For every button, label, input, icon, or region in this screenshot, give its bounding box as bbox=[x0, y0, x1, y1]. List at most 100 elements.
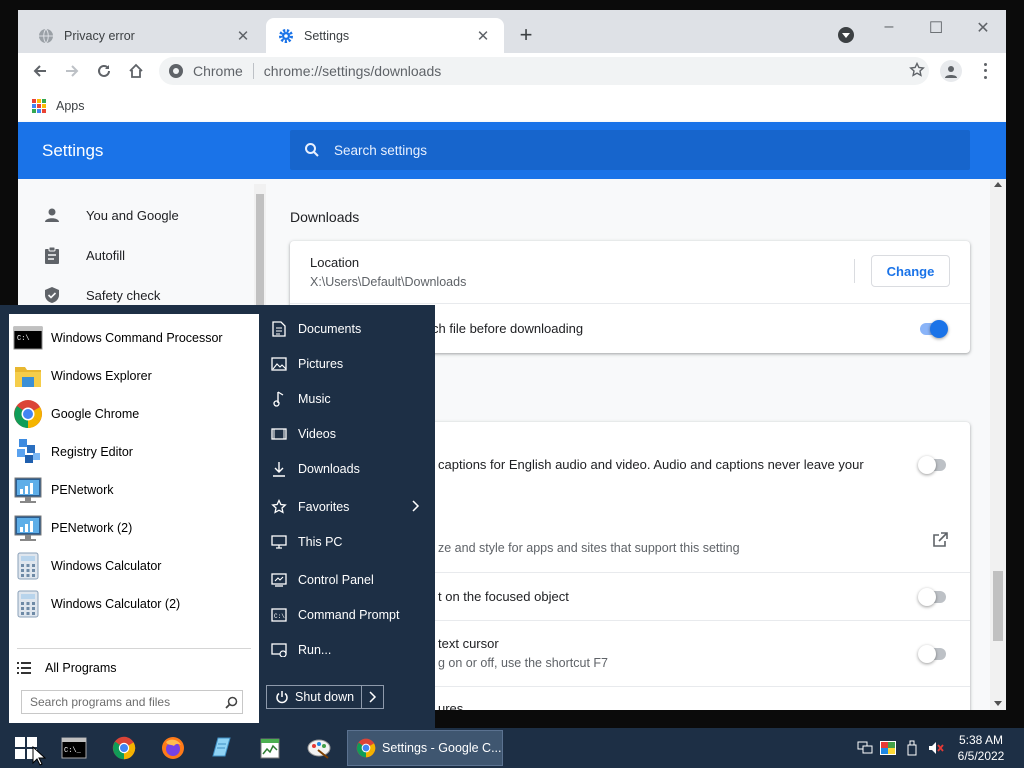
taskbar-task-manager-icon[interactable] bbox=[256, 734, 284, 762]
start-menu: C:\ Windows Command Processor Windows Ex… bbox=[0, 305, 435, 728]
gear-icon bbox=[278, 28, 294, 44]
place-documents[interactable]: Documents bbox=[270, 314, 430, 344]
external-link-icon[interactable] bbox=[932, 532, 948, 548]
taskbar-chrome-icon[interactable] bbox=[110, 734, 138, 762]
chrome-page-icon bbox=[169, 64, 183, 78]
profile-avatar-icon[interactable] bbox=[940, 60, 962, 82]
location-label: Location bbox=[310, 255, 360, 270]
forward-icon[interactable] bbox=[60, 59, 84, 83]
network-tray-icon[interactable] bbox=[857, 740, 873, 756]
new-tab-icon[interactable]: + bbox=[514, 24, 538, 48]
svg-text:C:\_: C:\_ bbox=[64, 747, 82, 755]
reload-icon[interactable] bbox=[92, 59, 116, 83]
taskbar-notepad-icon[interactable] bbox=[207, 734, 235, 762]
display-tray-icon[interactable] bbox=[880, 740, 896, 756]
cmd-icon: C:\ bbox=[13, 323, 43, 353]
more-menu-icon[interactable] bbox=[978, 61, 992, 81]
tab-title: Privacy error bbox=[64, 28, 135, 43]
change-location-button[interactable]: Change bbox=[871, 255, 950, 287]
place-label: Favorites bbox=[298, 500, 350, 514]
place-favorites[interactable]: Favorites bbox=[270, 492, 430, 522]
apps-bookmark[interactable]: Apps bbox=[56, 99, 85, 113]
scroll-thumb[interactable] bbox=[993, 571, 1003, 641]
live-caption-text: captions for English audio and video. Au… bbox=[438, 457, 864, 472]
search-icon[interactable] bbox=[220, 691, 242, 713]
taskbar-paint-icon[interactable] bbox=[305, 734, 333, 762]
place-this-pc[interactable]: This PC bbox=[270, 527, 430, 557]
program-penetwork[interactable]: PENetwork bbox=[9, 471, 259, 509]
caret-browsing-toggle[interactable] bbox=[918, 645, 948, 663]
address-bar[interactable]: Chrome chrome://settings/downloads bbox=[159, 57, 929, 85]
place-pictures[interactable]: Pictures bbox=[270, 349, 430, 379]
program-windows-explorer[interactable]: Windows Explorer bbox=[9, 357, 259, 395]
ask-where-toggle[interactable] bbox=[918, 320, 948, 338]
start-menu-programs: C:\ Windows Command Processor Windows Ex… bbox=[9, 314, 259, 723]
chrome-icon bbox=[356, 738, 376, 758]
control-panel-icon bbox=[270, 571, 288, 589]
program-label: Windows Calculator (2) bbox=[51, 597, 181, 611]
close-window-icon[interactable]: ✕ bbox=[968, 18, 998, 38]
tab-privacy-error[interactable]: Privacy error ✕ bbox=[26, 18, 264, 53]
program-windows-calculator[interactable]: Windows Calculator bbox=[9, 547, 259, 585]
close-tab-icon[interactable]: ✕ bbox=[474, 27, 492, 45]
settings-title: Settings bbox=[42, 141, 104, 160]
program-penetwork-2[interactable]: PENetwork (2) bbox=[9, 509, 259, 547]
address-separator bbox=[252, 63, 254, 79]
all-programs-button[interactable]: All Programs bbox=[9, 654, 259, 682]
place-music[interactable]: Music bbox=[270, 384, 430, 414]
volume-muted-icon[interactable] bbox=[928, 740, 944, 756]
page-scrollbar[interactable] bbox=[990, 179, 1006, 710]
sidebar-item-you-and-google[interactable]: You and Google bbox=[42, 199, 179, 231]
chevron-right-icon bbox=[412, 500, 420, 515]
place-label: Downloads bbox=[298, 462, 360, 476]
sidebar-item-autofill[interactable]: Autofill bbox=[42, 239, 125, 271]
settings-header: Settings Search settings bbox=[18, 122, 1006, 179]
calculator-icon bbox=[13, 551, 43, 581]
scroll-up-icon[interactable] bbox=[994, 182, 1002, 187]
program-registry-editor[interactable]: Registry Editor bbox=[9, 433, 259, 471]
list-icon bbox=[17, 662, 31, 674]
svg-text:C:\: C:\ bbox=[17, 335, 30, 343]
all-programs-label: All Programs bbox=[45, 661, 117, 675]
program-windows-command-processor[interactable]: C:\ Windows Command Processor bbox=[9, 319, 259, 357]
shutdown-options-button[interactable] bbox=[361, 686, 383, 708]
ask-where-label: ch file before downloading bbox=[432, 321, 584, 336]
close-tab-icon[interactable]: ✕ bbox=[234, 27, 252, 45]
shutdown-button[interactable]: Shut down bbox=[267, 686, 361, 708]
picture-icon bbox=[270, 355, 288, 373]
place-command-prompt[interactable]: C:\ Command Prompt bbox=[270, 600, 430, 630]
place-run[interactable]: Run... bbox=[270, 635, 430, 665]
tab-settings[interactable]: Settings ✕ bbox=[266, 18, 504, 53]
video-icon bbox=[270, 425, 288, 443]
usb-tray-icon[interactable] bbox=[904, 740, 920, 756]
taskbar-firefox-icon[interactable] bbox=[159, 734, 187, 762]
home-icon[interactable] bbox=[124, 59, 148, 83]
minimize-icon[interactable]: – bbox=[874, 18, 904, 38]
start-search-placeholder: Search programs and files bbox=[30, 695, 171, 709]
program-google-chrome[interactable]: Google Chrome bbox=[9, 395, 259, 433]
settings-search-input[interactable]: Search settings bbox=[290, 130, 970, 170]
start-search-input[interactable]: Search programs and files bbox=[21, 690, 243, 714]
svg-text:C:\: C:\ bbox=[274, 613, 285, 620]
place-control-panel[interactable]: Control Panel bbox=[270, 565, 430, 595]
focus-highlight-text: t on the focused object bbox=[438, 589, 569, 604]
scroll-down-icon[interactable] bbox=[994, 701, 1002, 706]
live-caption-toggle[interactable] bbox=[918, 456, 948, 474]
place-downloads[interactable]: Downloads bbox=[270, 454, 430, 484]
maximize-icon[interactable]: ☐ bbox=[921, 18, 951, 38]
tab-search-icon[interactable] bbox=[838, 27, 854, 43]
network-icon bbox=[13, 513, 43, 543]
shield-icon bbox=[42, 285, 62, 305]
taskbar-clock[interactable]: 5:38 AM 6/5/2022 bbox=[948, 732, 1014, 764]
back-icon[interactable] bbox=[28, 59, 52, 83]
program-label: PENetwork (2) bbox=[51, 521, 133, 535]
place-videos[interactable]: Videos bbox=[270, 419, 430, 449]
focus-highlight-toggle[interactable] bbox=[918, 588, 948, 606]
bookmark-star-icon[interactable] bbox=[909, 61, 925, 81]
apps-grid-icon[interactable] bbox=[32, 98, 46, 113]
taskbar-cmd-icon[interactable]: C:\_ bbox=[60, 734, 88, 762]
shutdown-control: Shut down bbox=[266, 685, 384, 709]
taskbar-task-chrome-settings[interactable]: Settings - Google C... bbox=[347, 730, 503, 766]
downloads-section-title: Downloads bbox=[290, 209, 360, 225]
program-windows-calculator-2[interactable]: Windows Calculator (2) bbox=[9, 585, 259, 623]
